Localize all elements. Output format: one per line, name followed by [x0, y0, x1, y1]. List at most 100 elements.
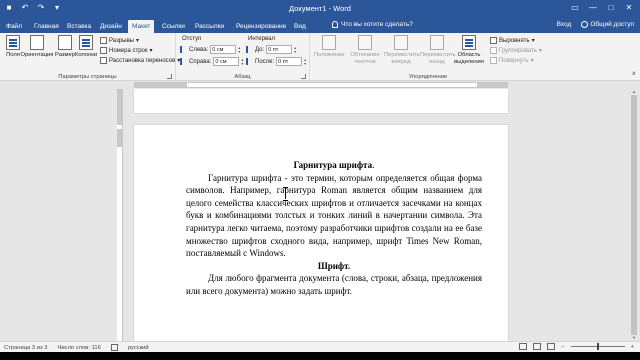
ribbon-tabs: Файл Главная Вставка Дизайн Макет Ссылки…	[0, 18, 640, 33]
scroll-thumb[interactable]	[631, 95, 637, 335]
send-backward-button[interactable]: Переместить назад	[420, 35, 456, 66]
proofing-icon[interactable]	[110, 344, 118, 351]
zoom-in-icon[interactable]: +	[631, 344, 634, 350]
title-bar: ■ ↶ ↷ ▾ Документ1 - Word ▭ — □ ✕	[0, 0, 640, 18]
tab-mailings[interactable]: Рассылки	[191, 20, 228, 33]
bring-forward-button[interactable]: Переместить вперед	[384, 35, 420, 66]
status-right: − +	[519, 343, 634, 350]
spacing-after-input[interactable]	[276, 57, 303, 66]
current-page[interactable]: Гарнитура шрифта. Гарнитура шрифта - это…	[134, 125, 508, 341]
web-layout-icon[interactable]	[547, 343, 556, 350]
zoom-slider[interactable]	[570, 343, 625, 350]
document-text[interactable]: Гарнитура шрифта. Гарнитура шрифта - это…	[186, 159, 482, 298]
breaks-icon	[100, 37, 107, 44]
ribbon: Поля Ориентация Размер Колонки Разрывы ▾ …	[0, 33, 640, 81]
selection-pane-icon	[462, 35, 476, 50]
status-bar: Страница 3 из 3 Число слов: 116 русский …	[0, 341, 640, 352]
share-button[interactable]: Общий доступ	[581, 21, 634, 28]
ribbon-display-icon[interactable]: ▭	[568, 2, 582, 14]
lightbulb-icon	[332, 21, 338, 28]
word-count[interactable]: Число слов: 116	[57, 345, 100, 351]
minimize-icon[interactable]: —	[586, 2, 600, 14]
send-backward-icon	[430, 35, 444, 50]
bring-forward-icon	[394, 35, 408, 50]
orientation-icon	[30, 35, 44, 50]
indent-left-input[interactable]	[210, 45, 237, 54]
indent-right-label: Справа:	[189, 58, 212, 65]
spacing-before-spinner[interactable]: ▴ ▾	[294, 45, 299, 54]
spacing-before-label: До:	[255, 46, 265, 53]
spacing-after-icon	[246, 58, 253, 65]
word-window: ■ ↶ ↷ ▾ Документ1 - Word ▭ — □ ✕ Файл Гл…	[0, 0, 640, 360]
vruler-margin-page	[117, 129, 122, 147]
position-button[interactable]: Положение	[314, 35, 345, 59]
paragraph-label: Абзац	[234, 74, 251, 80]
read-mode-icon[interactable]	[519, 343, 528, 350]
align-button[interactable]: Выровнять ▾	[490, 37, 535, 44]
spacing-before-row: До: ▴▾	[246, 45, 299, 54]
breaks-button[interactable]: Разрывы ▾	[100, 37, 139, 44]
selection-pane-label: Область выделения	[454, 52, 484, 65]
tab-insert[interactable]: Вставка	[63, 20, 95, 33]
paragraph-launcher-icon[interactable]	[301, 74, 306, 79]
print-layout-icon[interactable]	[533, 343, 542, 350]
indent-right-icon	[180, 58, 187, 65]
tab-home[interactable]: Главная	[30, 20, 63, 33]
page-setup-label: Параметры страницы	[58, 74, 117, 80]
position-label: Положение	[314, 52, 345, 58]
horizontal-ruler[interactable]	[134, 82, 508, 88]
page-setup-launcher-icon[interactable]	[167, 74, 172, 79]
spacing-before-input[interactable]	[266, 45, 293, 54]
language[interactable]: русский	[128, 345, 149, 351]
spacing-after-label: После:	[255, 58, 275, 65]
tab-file[interactable]: Файл	[2, 20, 26, 33]
maximize-icon[interactable]: □	[604, 2, 618, 14]
dropdown-arrow-icon: ▾	[135, 38, 139, 44]
indent-left-label: Слева:	[189, 46, 209, 53]
spacing-after-spinner[interactable]: ▴ ▾	[304, 57, 309, 66]
indent-left-row: Слева: ▴▾	[180, 45, 243, 54]
arrange-group: Положение Обтекание текстом Переместить …	[310, 33, 546, 81]
selection-pane-button[interactable]: Область выделения	[454, 35, 484, 66]
vertical-ruler[interactable]	[117, 89, 123, 341]
orientation-label: Ориентация	[20, 52, 54, 58]
group-icon	[490, 47, 497, 54]
ruler-left-margin	[135, 83, 187, 87]
paragraph-typeface: Гарнитура шрифта - это термин, которым о…	[186, 172, 482, 259]
page-size-icon	[58, 35, 72, 50]
tab-design[interactable]: Дизайн	[96, 20, 126, 33]
page-count[interactable]: Страница 3 из 3	[4, 345, 47, 351]
page-setup-group: Поля Ориентация Размер Колонки Разрывы ▾ …	[0, 33, 180, 81]
window-title: Документ1 - Word	[289, 4, 351, 13]
rotate-button[interactable]: Повернуть ▾	[490, 57, 534, 64]
share-label: Общий доступ	[590, 21, 634, 29]
group-button[interactable]: Группировать ▾	[490, 47, 542, 54]
indent-left-spinner[interactable]: ▴ ▾	[238, 45, 243, 54]
wrap-text-button[interactable]: Обтекание текстом	[348, 35, 382, 66]
window-controls: ▭ — □ ✕	[568, 2, 636, 14]
tab-review[interactable]: Рецензирование	[232, 20, 290, 33]
heading-font: Шрифт.	[317, 260, 351, 271]
vruler-margin-top	[117, 89, 122, 125]
close-icon[interactable]: ✕	[622, 2, 636, 14]
dropdown-arrow-icon: ▾	[538, 48, 542, 54]
hyphenation-button[interactable]: Расстановка переносов ▾	[100, 57, 180, 64]
ruler-right-margin	[477, 83, 507, 87]
columns-button[interactable]: Колонки	[73, 35, 99, 59]
tab-references[interactable]: Ссылки	[158, 20, 189, 33]
indent-right-input[interactable]	[213, 57, 240, 66]
collapse-ribbon-icon[interactable]: ∧	[632, 70, 636, 77]
breaks-label: Разрывы	[109, 37, 134, 44]
line-numbers-button[interactable]: Номера строк ▾	[100, 47, 153, 54]
hyphenation-icon	[100, 57, 107, 64]
align-icon	[490, 37, 497, 44]
spacing-after-row: После: ▴▾	[246, 57, 309, 66]
zoom-out-icon[interactable]: −	[561, 344, 564, 350]
signin-link[interactable]: Вход	[557, 21, 572, 28]
orientation-button[interactable]: Ориентация	[20, 35, 54, 59]
tab-view[interactable]: Вид	[290, 20, 310, 33]
tell-me-search[interactable]: Что вы хотите сделать?	[332, 21, 413, 28]
dropdown-arrow-icon: ▾	[531, 38, 535, 44]
tab-layout[interactable]: Макет	[128, 20, 155, 33]
vertical-scrollbar[interactable]: ▲ ▼	[630, 89, 638, 341]
